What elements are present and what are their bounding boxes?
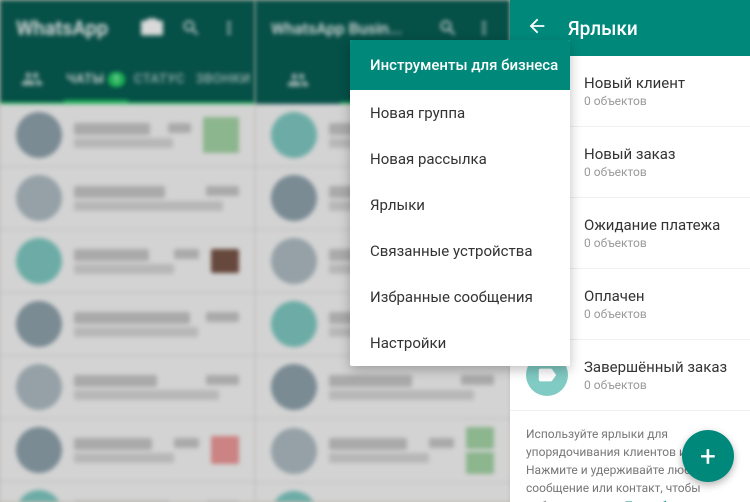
dropdown-item-new-broadcast[interactable]: Новая рассылка	[350, 136, 570, 182]
dropdown-menu: Инструменты для бизнеса Новая группа Нов…	[350, 40, 570, 366]
label-count: 0 объектов	[584, 307, 734, 321]
dropdown-item-labels[interactable]: Ярлыки	[350, 182, 570, 228]
label-name: Завершённый заказ	[584, 358, 734, 376]
label-count: 0 объектов	[584, 378, 734, 392]
label-name: Новый заказ	[584, 145, 734, 163]
label-name: Новый клиент	[584, 74, 734, 92]
dropdown-item-starred[interactable]: Избранные сообщения	[350, 274, 570, 320]
dropdown-item-settings[interactable]: Настройки	[350, 320, 570, 366]
dropdown-item-new-group[interactable]: Новая группа	[350, 90, 570, 136]
back-button[interactable]	[526, 15, 548, 42]
label-name: Ожидание платежа	[584, 216, 734, 234]
dropdown-item-linked-devices[interactable]: Связанные устройства	[350, 228, 570, 274]
label-count: 0 объектов	[584, 165, 734, 179]
dropdown-item-business-tools[interactable]: Инструменты для бизнеса	[350, 40, 570, 90]
label-count: 0 объектов	[584, 236, 734, 250]
label-name: Оплачен	[584, 287, 734, 305]
label-count: 0 объектов	[584, 94, 734, 108]
fab-add-button[interactable]: +	[682, 430, 734, 482]
right-panel-title: Ярлыки	[568, 17, 638, 40]
